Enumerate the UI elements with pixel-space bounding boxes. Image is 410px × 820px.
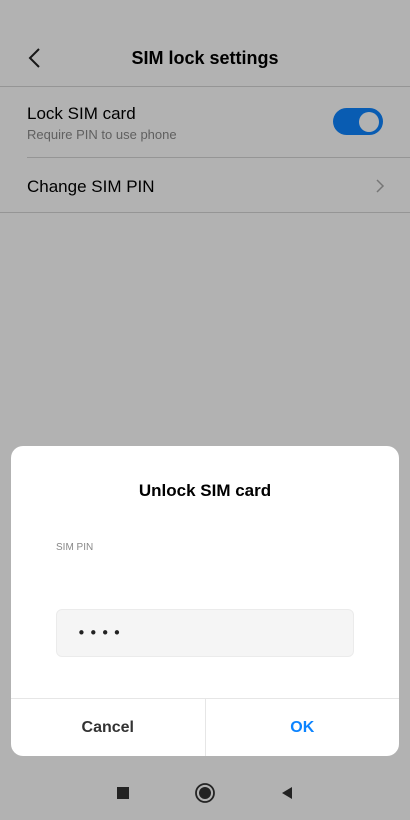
sim-pin-label: SIM PIN [56, 542, 94, 553]
sim-pin-input[interactable]: •••• [56, 609, 354, 657]
ok-button[interactable]: OK [206, 699, 400, 756]
dialog-title: Unlock SIM card [138, 481, 272, 500]
dialog-buttons: Cancel OK [11, 698, 399, 756]
unlock-sim-dialog: Unlock SIM card SIM PIN •••• Cancel OK [11, 446, 399, 756]
cancel-button[interactable]: Cancel [11, 699, 206, 756]
